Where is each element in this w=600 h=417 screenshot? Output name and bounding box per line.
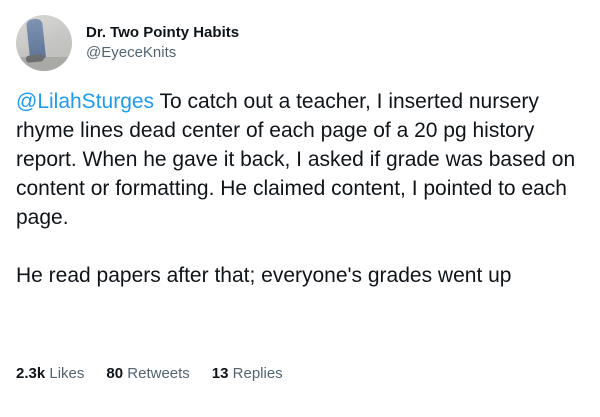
author-handle[interactable]: @EyeceKnits (86, 43, 239, 63)
replies-count: 13 (211, 365, 229, 382)
likes-label: Likes (49, 365, 85, 382)
retweets-label: Retweets (127, 365, 190, 382)
avatar-figure (25, 18, 47, 60)
replies-label: Replies (232, 365, 283, 382)
replies-stat[interactable]: 13 Replies (212, 364, 283, 384)
tweet-body: @LilahSturges To catch out a teacher, I … (16, 87, 588, 290)
author-display-name[interactable]: Dr. Two Pointy Habits (86, 23, 239, 43)
mention-link[interactable]: @LilahSturges (16, 90, 154, 113)
likes-count: 2.3k (16, 365, 46, 382)
author-names: Dr. Two Pointy Habits @EyeceKnits (86, 23, 239, 63)
retweets-count: 80 (106, 365, 124, 382)
avatar[interactable] (16, 15, 72, 71)
retweets-stat[interactable]: 80 Retweets (106, 364, 189, 384)
likes-stat[interactable]: 2.3k Likes (16, 364, 84, 384)
tweet-header: Dr. Two Pointy Habits @EyeceKnits (16, 14, 239, 72)
tweet-card: Dr. Two Pointy Habits @EyeceKnits @Lilah… (0, 0, 600, 417)
tweet-paragraph-1: @LilahSturges To catch out a teacher, I … (16, 87, 588, 232)
tweet-stats: 2.3k Likes 80 Retweets 13 Replies (16, 364, 305, 384)
tweet-paragraph-2: He read papers after that; everyone's gr… (16, 264, 512, 287)
